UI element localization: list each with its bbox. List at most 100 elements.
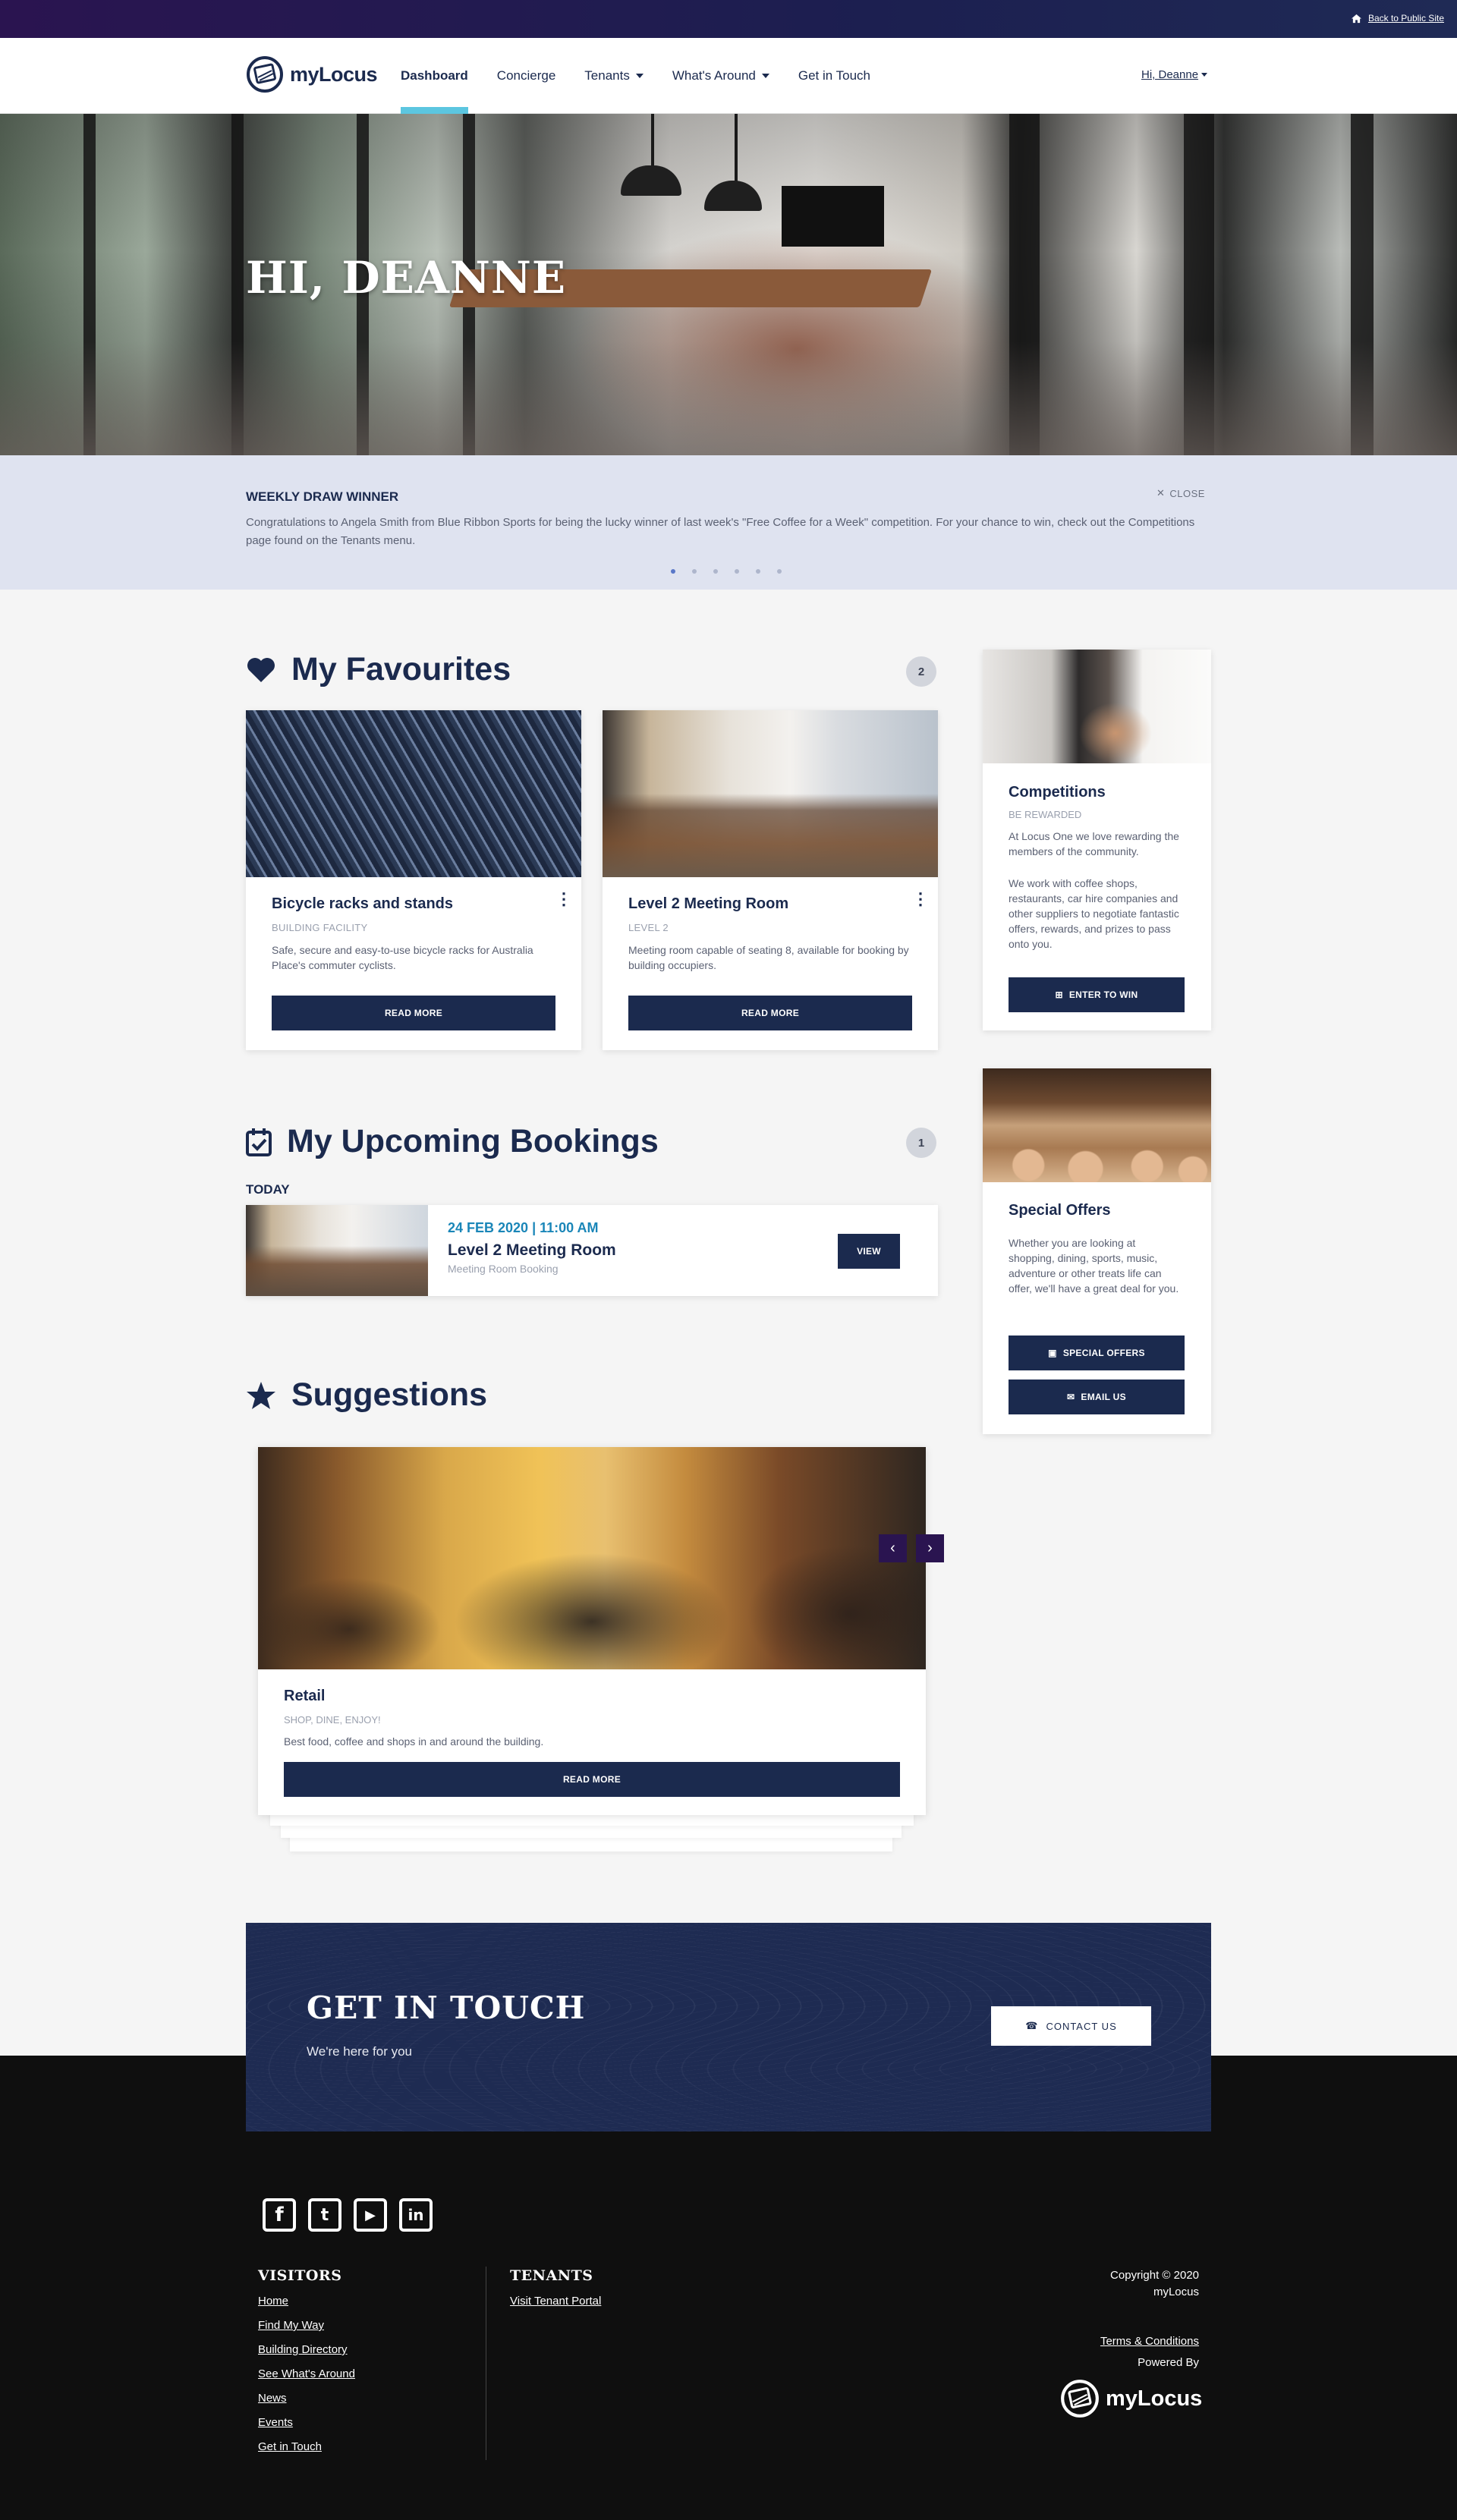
youtube-icon[interactable]: ▶: [354, 2198, 387, 2232]
more-options-icon[interactable]: ⋮: [912, 891, 929, 908]
competitions-text: At Locus One we love rewarding the membe…: [1009, 830, 1179, 857]
carousel-prev-button[interactable]: ‹: [879, 1534, 907, 1562]
get-in-touch-title: GET IN TOUCH: [307, 1990, 586, 2026]
back-to-public-site-link[interactable]: Back to Public Site: [1351, 13, 1444, 24]
caret-down-icon: [635, 74, 644, 78]
get-in-touch-banner: GET IN TOUCH We're here for you ☎ CONTACT…: [246, 1923, 1211, 2131]
caret-down-icon: [1201, 73, 1208, 77]
lamp-cord: [651, 114, 654, 167]
notice-title: WEEKLY DRAW WINNER: [246, 489, 399, 504]
favourites-count-badge: 2: [906, 656, 936, 687]
notice-close-button[interactable]: ✕ CLOSE: [1156, 487, 1205, 499]
carousel-dot[interactable]: [777, 569, 782, 574]
competitions-title: Competitions: [1009, 784, 1106, 801]
calendar-check-icon: [246, 1128, 272, 1156]
retail-street-image: [258, 1447, 926, 1669]
carousel-dot[interactable]: [671, 569, 675, 574]
powered-by-label: Powered By: [1138, 2356, 1199, 2369]
favourite-card: ⋮ Level 2 Meeting Room LEVEL 2 Meeting r…: [603, 710, 938, 1050]
pendant-lamp: [704, 181, 762, 211]
notice-body: Congratulations to Angela Smith from Blu…: [246, 516, 1195, 547]
contact-us-button[interactable]: ☎ CONTACT US: [991, 2006, 1151, 2046]
carousel-dot[interactable]: [713, 569, 718, 574]
offers-text: Whether you are looking at shopping, din…: [1009, 1237, 1179, 1295]
chevron-left-icon: ‹: [890, 1540, 895, 1556]
copyright-line: Copyright © 2020: [1110, 2269, 1199, 2282]
store-icon: ▣: [1048, 1348, 1057, 1358]
special-offers-button[interactable]: ▣ SPECIAL OFFERS: [1009, 1336, 1185, 1370]
nav-get-in-touch[interactable]: Get in Touch: [798, 38, 870, 114]
button-label: ENTER TO WIN: [1068, 989, 1138, 1000]
nav-label: Concierge: [496, 68, 556, 83]
footer-link-get-in-touch[interactable]: Get in Touch: [258, 2440, 355, 2453]
site-logo[interactable]: myLocus: [246, 55, 378, 94]
nav-label: Get in Touch: [798, 68, 871, 83]
booking-type: Meeting Room Booking: [448, 1263, 559, 1275]
footer-link-building-directory[interactable]: Building Directory: [258, 2343, 355, 2356]
footer-link-news[interactable]: News: [258, 2392, 355, 2405]
card-category: LEVEL 2: [628, 922, 669, 933]
nav-tenants[interactable]: Tenants: [584, 38, 644, 114]
carousel-dot[interactable]: [692, 569, 697, 574]
card-category: BUILDING FACILITY: [272, 922, 368, 933]
read-more-button[interactable]: READ MORE: [628, 996, 912, 1030]
favourites-heading: My Favourites: [246, 651, 511, 688]
suggestion-title: Retail: [284, 1688, 326, 1704]
footer-link-home[interactable]: Home: [258, 2295, 355, 2308]
nav-whats-around[interactable]: What's Around: [672, 38, 769, 114]
nav-label: What's Around: [672, 68, 756, 83]
footer-link-events[interactable]: Events: [258, 2416, 355, 2429]
home-icon: [1351, 14, 1361, 23]
user-menu[interactable]: Hi, Deanne: [1141, 68, 1208, 81]
email-us-button[interactable]: ✉ EMAIL US: [1009, 1380, 1185, 1414]
card-description: Safe, secure and easy-to-use bicycle rac…: [272, 944, 533, 971]
meeting-room-image: [603, 710, 938, 877]
button-label: SPECIAL OFFERS: [1062, 1348, 1145, 1358]
button-label: CONTACT US: [1046, 2020, 1117, 2032]
nav-concierge[interactable]: Concierge: [497, 38, 556, 114]
facebook-icon[interactable]: f: [263, 2198, 296, 2232]
card-title: Bicycle racks and stands: [272, 895, 454, 912]
footer-link-find-my-way[interactable]: Find My Way: [258, 2319, 355, 2332]
carousel-next-button[interactable]: ›: [916, 1534, 944, 1562]
carousel-dot[interactable]: [735, 569, 739, 574]
contact-card-icon: ☎: [1025, 2020, 1039, 2031]
suggestion-description: Best food, coffee and shops in and aroun…: [284, 1735, 544, 1748]
more-options-icon[interactable]: ⋮: [555, 891, 572, 908]
footer-link-tenant-portal[interactable]: Visit Tenant Portal: [510, 2295, 601, 2308]
heart-icon: [247, 657, 275, 682]
enter-to-win-button[interactable]: ⊞ ENTER TO WIN: [1009, 977, 1185, 1012]
twitter-icon[interactable]: t: [308, 2198, 341, 2232]
nav-dashboard[interactable]: Dashboard: [401, 38, 468, 114]
offers-title: Special Offers: [1009, 1202, 1111, 1219]
back-label: Back to Public Site: [1367, 13, 1444, 24]
footer-heading: TENANTS: [510, 2267, 593, 2284]
section-title: Suggestions: [291, 1376, 488, 1413]
competitions-subtitle: BE REWARDED: [1009, 809, 1082, 820]
get-in-touch-tagline: We're here for you: [307, 2044, 412, 2059]
linkedin-icon[interactable]: in: [399, 2198, 433, 2232]
nav-label: Tenants: [584, 68, 630, 83]
read-more-button[interactable]: READ MORE: [272, 996, 555, 1030]
floor: [0, 341, 1457, 455]
footer-link-see-whats-around[interactable]: See What's Around: [258, 2367, 355, 2380]
mylocus-logo-icon: [247, 56, 283, 93]
primary-nav: Dashboard Concierge Tenants What's Aroun…: [401, 38, 899, 114]
competitions-card: Competitions BE REWARDED At Locus One we…: [983, 650, 1211, 1030]
bookings-count-badge: 1: [906, 1128, 936, 1158]
card-title: Level 2 Meeting Room: [628, 895, 789, 912]
social-links: f t ▶ in: [263, 2198, 433, 2232]
close-icon: ✕: [1156, 487, 1166, 499]
envelope-icon: ✉: [1067, 1392, 1075, 1402]
notice-carousel: WEEKLY DRAW WINNER Congratulations to An…: [0, 455, 1457, 590]
terms-link[interactable]: Terms & Conditions: [1100, 2335, 1199, 2348]
footer-logo[interactable]: myLocus: [1060, 2378, 1202, 2419]
bookings-heading: My Upcoming Bookings: [246, 1123, 659, 1160]
view-booking-button[interactable]: VIEW: [838, 1234, 900, 1269]
lamp-cord: [735, 114, 738, 182]
read-more-button[interactable]: READ MORE: [284, 1762, 900, 1797]
suggestions-heading: Suggestions: [246, 1376, 487, 1414]
footer-heading: VISITORS: [258, 2267, 342, 2284]
card-description: Meeting room capable of seating 8, avail…: [628, 944, 909, 971]
carousel-dot[interactable]: [756, 569, 760, 574]
